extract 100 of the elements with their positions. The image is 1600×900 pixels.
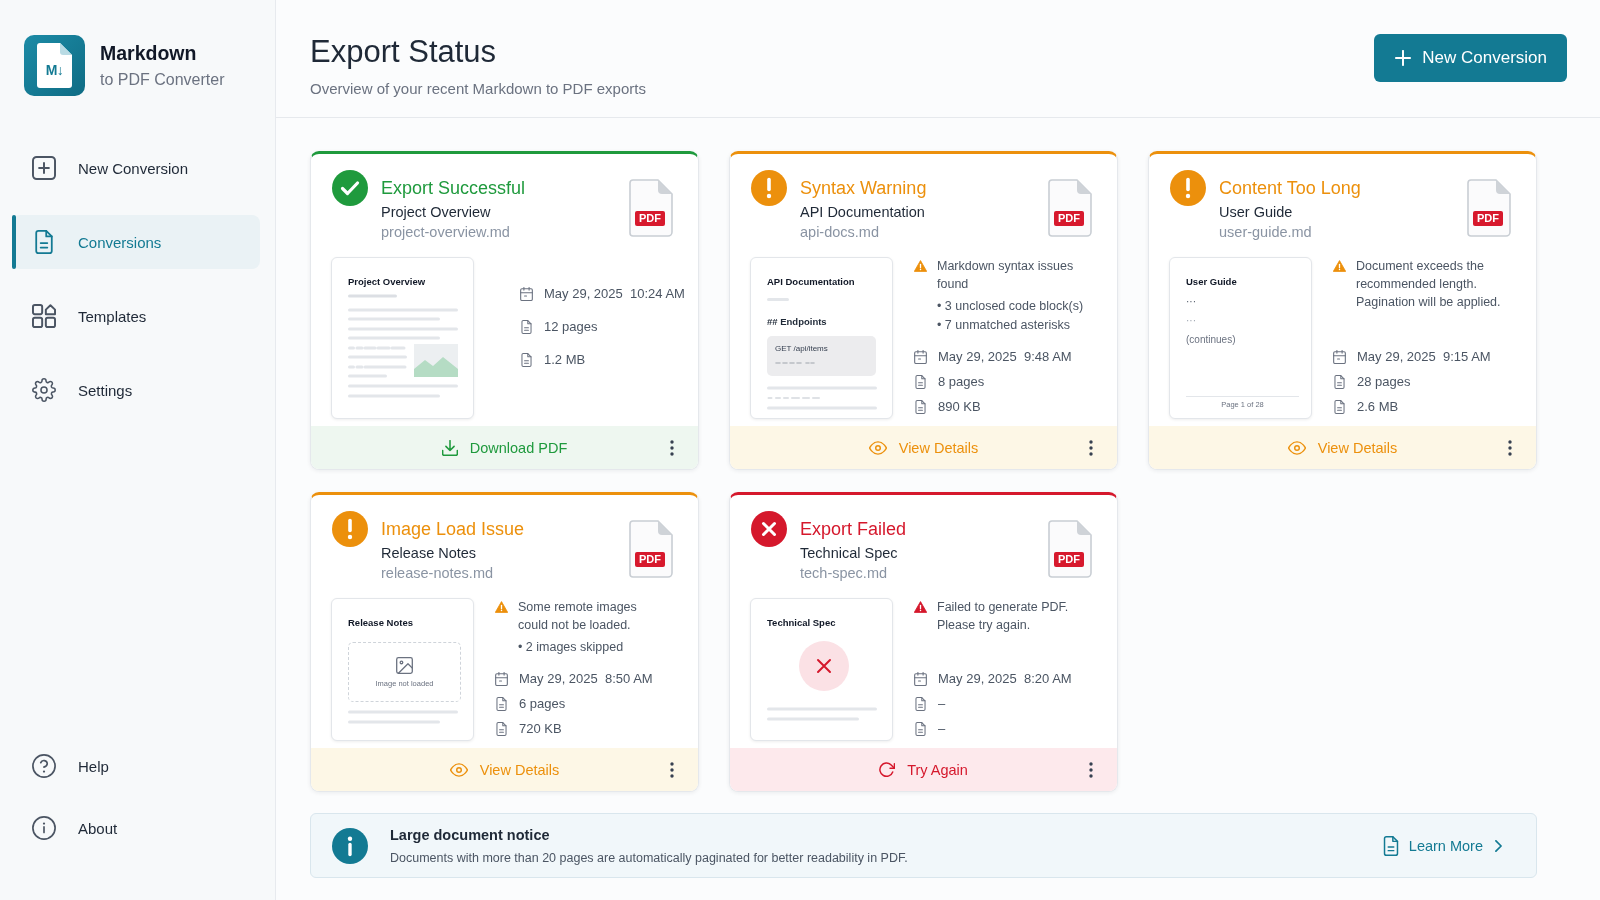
page-title: Export Status	[310, 34, 498, 70]
sidebar-nav-item[interactable]: About	[12, 801, 260, 855]
bullet-text: • 7 unmatched asterisks	[937, 317, 1071, 334]
document-icon	[914, 721, 927, 736]
notice-text: Documents with more than 20 pages are automatically paginated for better readability in PDF.	[390, 849, 908, 867]
exclamation-circle-icon	[1170, 170, 1206, 206]
sidebar-nav-item[interactable]: New Conversion	[12, 141, 260, 195]
document-name: User Guide	[1219, 203, 1294, 222]
kebab-icon	[670, 761, 674, 778]
file-type-badge: PDF	[1054, 552, 1084, 567]
file-type-badge: PDF	[635, 211, 665, 226]
new-conversion-button[interactable]: New Conversion	[1374, 34, 1567, 82]
sidebar-nav-item[interactable]: Templates	[12, 289, 260, 343]
preview-text: ···	[1186, 314, 1197, 328]
file-name: tech-spec.md	[800, 564, 889, 583]
meta-size: 1.2 MB	[544, 352, 586, 367]
meta-pages: 28 pages	[1357, 374, 1411, 389]
meta-size: –	[938, 721, 946, 736]
calendar-icon	[914, 349, 927, 364]
status-title: Export Successful	[381, 177, 527, 199]
logo-mark: M↓	[44, 62, 65, 78]
document-icon	[37, 43, 72, 88]
document-icon	[914, 399, 927, 414]
exclamation-circle-icon	[332, 511, 368, 547]
bullet-text: • 3 unclosed code block(s)	[937, 298, 1085, 315]
try-again-button[interactable]: Try Again	[873, 757, 974, 782]
bullet-text: • 2 images skipped	[518, 639, 625, 656]
sidebar-nav-item[interactable]: Settings	[12, 363, 260, 417]
calendar-icon	[520, 286, 533, 301]
warning-triangle-icon	[914, 601, 927, 613]
image-icon	[396, 656, 413, 674]
meta-date: May 29, 2025 8:50 AM	[519, 671, 653, 686]
document-name: Project Overview	[381, 203, 492, 222]
document-name: API Documentation	[800, 203, 926, 222]
document-icon	[520, 319, 533, 334]
x-circle-icon	[751, 511, 787, 547]
warning-triangle-icon	[495, 601, 508, 613]
document-icon	[1382, 835, 1399, 856]
file-type-badge: PDF	[1054, 211, 1084, 226]
status-title: Export Failed	[800, 518, 908, 540]
warning-triangle-icon	[914, 260, 927, 272]
calendar-icon	[914, 671, 927, 686]
kebab-icon	[1508, 439, 1512, 456]
download-icon	[441, 439, 458, 456]
document-icon	[914, 374, 927, 389]
document-icon	[914, 696, 927, 711]
meta-date: May 29, 2025 9:48 AM	[938, 349, 1072, 364]
meta-date: May 29, 2025 10:24 AM	[544, 286, 685, 301]
message-text: Document exceeds the recommended length. Pagination will be applied.	[1356, 258, 1502, 311]
file-type-badge: PDF	[635, 552, 665, 567]
check-circle-icon	[332, 170, 368, 206]
warning-triangle-icon	[1333, 260, 1346, 272]
info-icon	[32, 816, 56, 840]
chevron-right-icon	[1495, 839, 1502, 852]
meta-pages: –	[938, 696, 946, 711]
document-icon	[1333, 399, 1346, 414]
message-text: Markdown syntax issues found	[937, 258, 1075, 293]
kebab-icon	[1089, 761, 1093, 778]
eye-icon	[449, 762, 468, 777]
app-name: Markdown	[100, 40, 198, 65]
kebab-icon	[1089, 439, 1093, 456]
status-title: Content Too Long	[1219, 177, 1362, 199]
circular-arrow-icon	[879, 761, 896, 778]
file-name: release-notes.md	[381, 564, 495, 583]
status-title: Image Load Issue	[381, 518, 526, 540]
eye-icon	[1287, 440, 1306, 455]
preview-title: Technical Spec	[767, 617, 837, 629]
file-name: user-guide.md	[1219, 223, 1313, 242]
add-square-icon	[32, 156, 56, 180]
x-circle-icon	[798, 641, 849, 691]
preview-heading: ## Endpoints	[767, 316, 828, 328]
meta-size: 720 KB	[519, 721, 562, 736]
meta-pages: 6 pages	[519, 696, 566, 711]
document-icon	[495, 696, 508, 711]
meta-date: May 29, 2025 9:15 AM	[1357, 349, 1491, 364]
document-name: Technical Spec	[800, 544, 899, 563]
meta-date: May 29, 2025 8:20 AM	[938, 671, 1072, 686]
sidebar-nav-item[interactable]: Conversions	[12, 215, 260, 269]
info-icon	[332, 827, 368, 864]
exclamation-circle-icon	[751, 170, 787, 206]
notice-title: Large document notice	[390, 825, 551, 845]
learn-more-link[interactable]: Learn More	[1382, 833, 1502, 858]
document-icon	[495, 721, 508, 736]
code-text: GET /api/items	[775, 344, 829, 354]
message-text: Some remote images could not be loaded.	[518, 599, 638, 634]
file-name: api-docs.md	[800, 223, 880, 242]
settings-icon	[32, 378, 56, 402]
document-icon	[1333, 374, 1346, 389]
meta-pages: 8 pages	[938, 374, 985, 389]
plus-icon	[1395, 50, 1412, 66]
file-name: project-overview.md	[381, 223, 511, 242]
sidebar-nav-item[interactable]: Help	[12, 739, 260, 793]
meta-pages: 12 pages	[544, 319, 598, 334]
calendar-icon	[1333, 349, 1346, 364]
preview-text: ···	[1186, 295, 1197, 309]
meta-size: 2.6 MB	[1357, 399, 1399, 414]
preview-title: API Documentation	[767, 276, 856, 288]
kebab-icon	[670, 439, 674, 456]
preview-title: Release Notes	[348, 617, 414, 629]
file-type-badge: PDF	[1473, 211, 1503, 226]
